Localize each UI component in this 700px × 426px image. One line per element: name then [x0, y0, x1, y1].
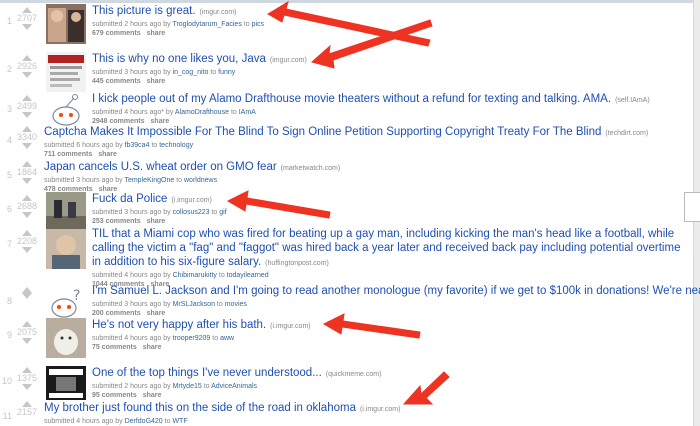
red-arrow-6 — [226, 190, 331, 219]
red-arrow-11 — [402, 371, 450, 405]
red-arrow-1 — [267, 0, 431, 47]
red-arrow-annotation — [226, 0, 450, 405]
red-arrow-9 — [322, 313, 421, 339]
